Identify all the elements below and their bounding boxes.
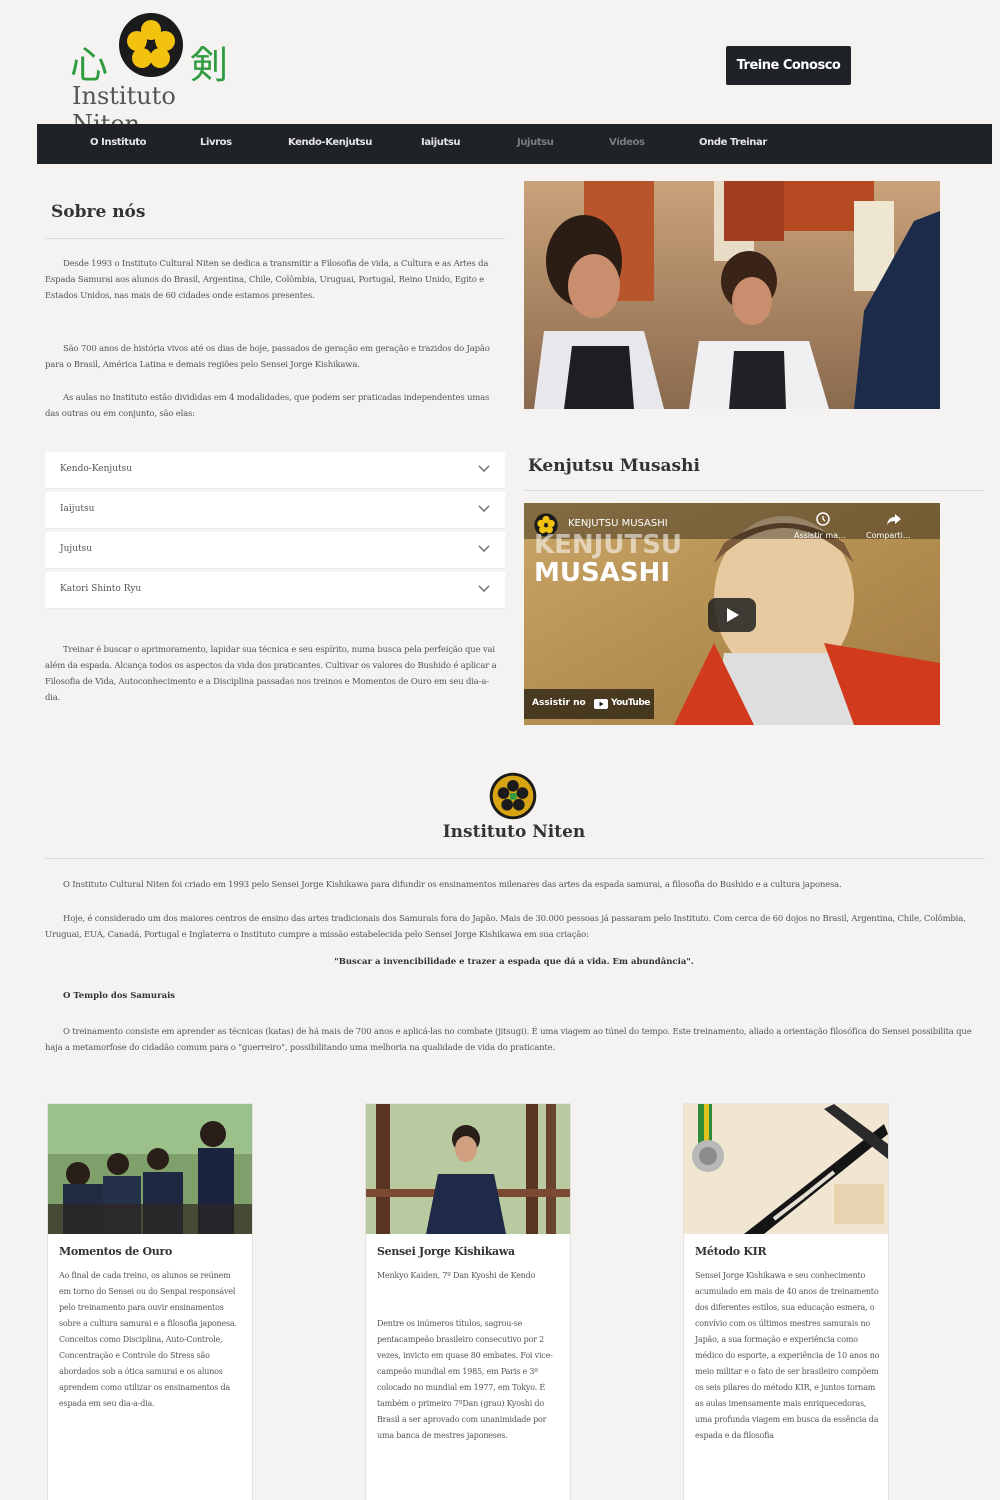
institute-divider [45,858,985,859]
accordion-label: Katori Shinto Ryu [60,584,142,594]
nav-item-iaijutsu[interactable]: Iaijutsu [421,137,461,148]
chevron-down-icon [478,465,490,472]
chevron-down-icon [478,545,490,552]
card-title: Método KIR [695,1245,767,1258]
accordion-item-jujutsu[interactable]: Jujutsu [45,532,505,569]
about-paragraph-1: Desde 1993 o Instituto Cultural Niten se… [45,259,489,301]
youtube-wordmark[interactable]: YouTube [611,698,650,708]
card-title: Momentos de Ouro [59,1245,173,1258]
youtube-logo-icon [594,699,608,709]
card-image [684,1104,888,1234]
main-nav: O Instituto Livros Kendo-Kenjutsu Iaijut… [37,124,992,164]
institute-paragraph-1: O Instituto Cultural Niten foi criado em… [63,880,842,890]
institute-paragraph-3: O treinamento consiste em aprender as té… [45,1027,972,1053]
logo-kanji-sword: 剣 [190,43,229,87]
accordion-label: Iaijutsu [60,504,95,514]
card-metodo-kir[interactable]: Método KIR Sensei Jorge Kishikawa e seu … [683,1103,889,1500]
accordion-label: Jujutsu [60,544,93,554]
training-photo [524,181,940,409]
about-paragraph-4: Treinar é buscar o aprimoramento, lapida… [45,645,497,703]
accordion-item-iaijutsu[interactable]: Iaijutsu [45,492,505,529]
about-paragraph-3: As aulas no Instituto estão divididas em… [45,393,490,419]
nav-item-jujutsu[interactable]: Jujutsu [517,137,554,148]
logo-kanji-heart: 心 [70,43,109,87]
card-text: Ao final de cada treino, os alunos se re… [59,1271,237,1408]
share-label[interactable]: Comparti... [866,531,911,540]
nav-item-videos[interactable]: Vídeos [609,137,645,148]
video-channel-title[interactable]: KENJUTSU MUSASHI [568,518,668,529]
accordion-item-kendo-kenjutsu[interactable]: Kendo-Kenjutsu [45,452,505,489]
about-paragraph-2: São 700 anos de história vivos até os di… [45,344,490,370]
clock-icon[interactable] [816,512,830,526]
accordion-label: Kendo-Kenjutsu [60,464,133,474]
nav-item-livros[interactable]: Livros [200,137,232,148]
chevron-down-icon [478,505,490,512]
card-image [366,1104,570,1234]
card-text: Dentre os inúmeros títulos, sagrou-se pe… [377,1319,553,1440]
card-sensei-jorge-kishikawa[interactable]: Sensei Jorge Kishikawa Menkyo Kaiden, 7º… [365,1103,571,1500]
video-overlay-title-1: KENJUTSU [534,530,683,560]
chevron-down-icon [478,585,490,592]
card-image [48,1104,252,1234]
card-text: Sensei Jorge Kishikawa e seu conheciment… [695,1271,880,1440]
institute-quote: "Buscar a invencibilidade e trazer a esp… [334,957,694,967]
institute-paragraph-2: Hoje, é considerado um dos maiores centr… [45,914,966,940]
play-button-icon[interactable] [708,598,756,632]
video-heading: Kenjutsu Musashi [528,456,700,476]
video-overlay-title-2: MUSASHI [534,558,670,588]
niten-mon-icon [489,772,537,820]
watch-later-label[interactable]: Assistir ma... [794,531,846,540]
nav-item-kendo-kenjutsu[interactable]: Kendo-Kenjutsu [288,137,372,148]
accordion-item-katori-shinto-ryu[interactable]: Katori Shinto Ryu [45,572,505,609]
about-heading: Sobre nós [51,202,146,222]
card-momentos-de-ouro[interactable]: Momentos de Ouro Ao final de cada treino… [47,1103,253,1500]
logo[interactable]: 心 剣 Instituto Niten [70,12,235,138]
share-icon[interactable] [886,512,902,526]
institute-heading: Instituto Niten [442,822,586,842]
nav-item-instituto[interactable]: O Instituto [90,137,147,148]
about-divider [45,238,505,239]
card-text-credentials: Menkyo Kaiden, 7º Dan Kyoshi de Kendo [377,1271,536,1280]
watch-on-label[interactable]: Assistir no [532,698,586,708]
institute-subtitle: O Templo dos Samurais [63,991,176,1001]
card-title: Sensei Jorge Kishikawa [377,1245,515,1258]
train-with-us-button[interactable]: Treine Conosco [726,46,851,85]
nav-item-onde-treinar[interactable]: Onde Treinar [699,137,767,148]
youtube-video-embed[interactable]: KENJUTSU MUSASHI KENJUTSU MUSASHI Assist… [524,503,940,725]
niten-mon-icon [119,13,183,77]
video-divider [524,490,984,491]
